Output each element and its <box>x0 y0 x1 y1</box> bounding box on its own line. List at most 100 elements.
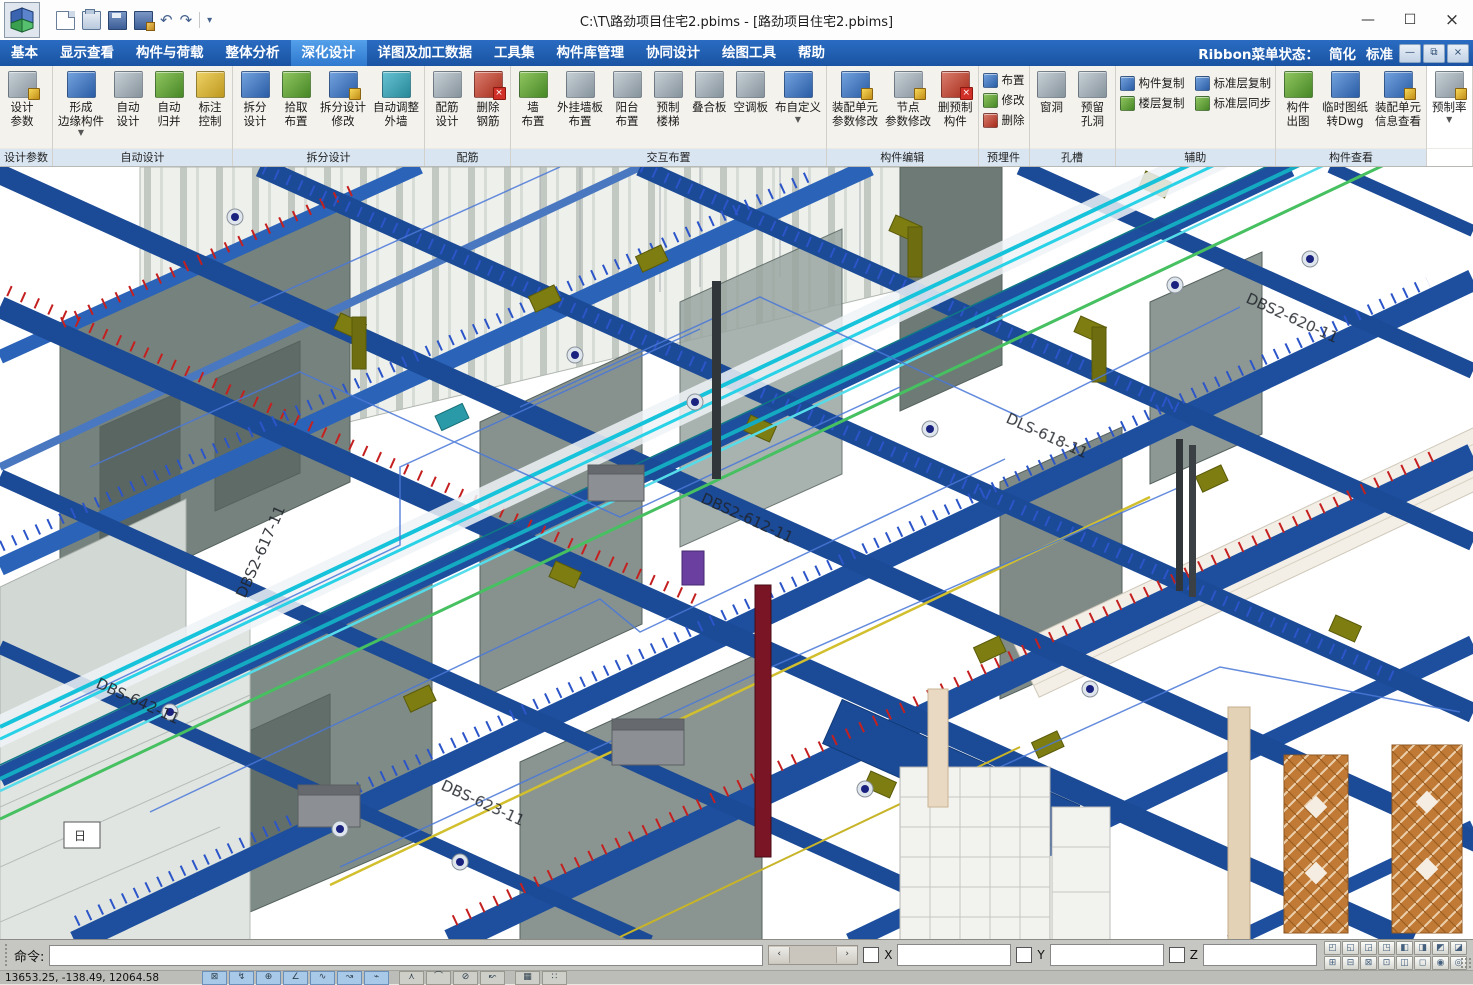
snap-toggle-4[interactable]: ∠ <box>283 971 308 985</box>
snap-toggle-12[interactable]: ▦ <box>515 971 540 985</box>
toolbar-grip[interactable] <box>4 943 9 967</box>
floor-copy-button[interactable]: 楼层复制 <box>1118 94 1187 112</box>
customize-toolbar-icon[interactable]: ▾ <box>207 12 212 29</box>
precast-stair-button[interactable]: 预制楼梯 <box>648 68 688 128</box>
snap-toggle-3[interactable]: ⊕ <box>256 971 281 985</box>
cladding-panel-place-button[interactable]: 外挂墙板布置 <box>554 68 606 128</box>
form-edge-member-button[interactable]: 形成边缘构件 ▼ <box>55 68 107 137</box>
auto-adjust-exterior-wall-button[interactable]: 自动调整外墙 <box>370 68 422 128</box>
view-button[interactable]: ◧ <box>1396 941 1413 955</box>
scroll-left-icon[interactable]: ‹ <box>769 947 790 963</box>
embed-delete-button[interactable]: 删除 <box>981 111 1027 129</box>
reserved-hole-button[interactable]: 预留孔洞 <box>1073 68 1113 128</box>
tab-basic[interactable]: 基本 <box>0 40 49 66</box>
close-button[interactable]: × <box>1431 5 1473 35</box>
view-button[interactable]: ◨ <box>1414 941 1431 955</box>
pick-place-button[interactable]: 拾取布置 <box>276 68 316 128</box>
tab-toolset[interactable]: 工具集 <box>483 40 546 66</box>
tab-member-load[interactable]: 构件与荷载 <box>125 40 215 66</box>
tab-collaboration[interactable]: 协同设计 <box>635 40 711 66</box>
snap-toggle-5[interactable]: ∿ <box>310 971 335 985</box>
ribbon-state-simple[interactable]: 简化 <box>1329 43 1356 63</box>
mdi-restore-button[interactable]: ⧉ <box>1423 44 1445 63</box>
open-file-icon[interactable] <box>82 11 101 30</box>
wall-place-button[interactable]: 墙布置 <box>513 68 553 128</box>
view-button[interactable]: ◲ <box>1360 941 1377 955</box>
delete-rebar-button[interactable]: 删除钢筋 <box>468 68 508 128</box>
view-button[interactable]: ◳ <box>1378 941 1395 955</box>
snap-toggle-8[interactable]: ⋏ <box>399 971 424 985</box>
resize-grip[interactable] <box>1460 957 1472 969</box>
app-logo-icon[interactable] <box>4 2 40 38</box>
node-param-edit-button[interactable]: 节点参数修改 <box>882 68 934 128</box>
command-scrollbar[interactable]: ‹ › <box>768 945 858 965</box>
axis-z-checkbox[interactable] <box>1169 947 1185 963</box>
save-as-icon[interactable] <box>134 11 153 30</box>
snap-toggle-7[interactable]: ⌁ <box>364 971 389 985</box>
model-viewport-3d[interactable]: DBS2-612-11 DLS-618-11 DBS2-620-11 DBS-6… <box>0 167 1473 939</box>
minimize-button[interactable]: — <box>1347 5 1389 35</box>
command-input[interactable] <box>49 945 763 966</box>
view-button[interactable]: ⊞ <box>1324 956 1341 970</box>
axis-x-checkbox[interactable] <box>863 947 879 963</box>
view-button[interactable]: ◪ <box>1450 941 1467 955</box>
snap-toggle-11[interactable]: ↜ <box>480 971 505 985</box>
tab-draw-tools[interactable]: 绘图工具 <box>711 40 787 66</box>
scroll-right-icon[interactable]: › <box>836 947 857 963</box>
annotation-control-button[interactable]: 标注控制 <box>190 68 230 128</box>
view-button[interactable]: ◻ <box>1414 956 1431 970</box>
snap-toggle-9[interactable]: ⌒ <box>426 971 451 985</box>
auto-design-button[interactable]: 自动设计 <box>108 68 148 128</box>
maximize-button[interactable]: ☐ <box>1389 5 1431 35</box>
axis-y-input[interactable] <box>1050 944 1164 966</box>
redo-icon[interactable]: ↷ <box>180 12 193 29</box>
view-button[interactable]: ◱ <box>1342 941 1359 955</box>
axis-y-checkbox[interactable] <box>1016 947 1032 963</box>
new-file-icon[interactable] <box>56 11 75 30</box>
precast-rate-button[interactable]: 预制率 ▼ <box>1429 68 1470 124</box>
member-copy-button[interactable]: 构件复制 <box>1118 74 1187 92</box>
balcony-place-button[interactable]: 阳台布置 <box>607 68 647 128</box>
view-button[interactable]: ◰ <box>1324 941 1341 955</box>
mdi-minimize-button[interactable]: — <box>1399 44 1421 63</box>
embed-edit-button[interactable]: 修改 <box>981 91 1027 109</box>
design-params-button[interactable]: 设计参数 <box>2 68 42 128</box>
std-floor-copy-button[interactable]: 标准层复制 <box>1193 74 1274 92</box>
tab-detailed-design[interactable]: 深化设计 <box>291 40 367 66</box>
delete-precast-member-button[interactable]: 删预制构件 <box>935 68 976 128</box>
tab-help[interactable]: 帮助 <box>787 40 836 66</box>
assembly-unit-info-button[interactable]: 装配单元信息查看 <box>1372 68 1424 128</box>
snap-toggle-10[interactable]: ⊘ <box>453 971 478 985</box>
ribbon-state-standard[interactable]: 标准 <box>1366 43 1393 63</box>
rebar-design-button[interactable]: 配筋设计 <box>427 68 467 128</box>
snap-toggle-2[interactable]: ↯ <box>229 971 254 985</box>
place-custom-button[interactable]: 布自定义 ▼ <box>772 68 824 124</box>
split-design-edit-button[interactable]: 拆分设计修改 <box>317 68 369 128</box>
axis-z-input[interactable] <box>1203 944 1317 966</box>
view-button[interactable]: ◉ <box>1432 956 1449 970</box>
axis-x-input[interactable] <box>897 944 1011 966</box>
ac-panel-button[interactable]: 空调板 <box>731 68 772 115</box>
auto-merge-button[interactable]: 自动归并 <box>149 68 189 128</box>
tab-display-view[interactable]: 显示查看 <box>49 40 125 66</box>
snap-toggle-13[interactable]: ∷ <box>542 971 567 985</box>
undo-icon[interactable]: ↶ <box>160 12 173 29</box>
split-design-button[interactable]: 拆分设计 <box>235 68 275 128</box>
tab-drawings-data[interactable]: 详图及加工数据 <box>367 40 484 66</box>
assembly-unit-param-edit-button[interactable]: 装配单元参数修改 <box>829 68 881 128</box>
tab-library-manage[interactable]: 构件库管理 <box>546 40 636 66</box>
composite-slab-button[interactable]: 叠合板 <box>689 68 730 115</box>
member-drawing-button[interactable]: 构件出图 <box>1278 68 1318 128</box>
save-icon[interactable] <box>108 11 127 30</box>
snap-toggle-1[interactable]: ⊠ <box>202 971 227 985</box>
temp-drawing-to-dwg-button[interactable]: 临时图纸转Dwg <box>1319 68 1371 128</box>
snap-toggle-6[interactable]: ↝ <box>337 971 362 985</box>
window-opening-button[interactable]: 窗洞 <box>1032 68 1072 115</box>
embed-place-button[interactable]: 布置 <box>981 71 1027 89</box>
view-button[interactable]: ◩ <box>1432 941 1449 955</box>
view-button[interactable]: ◫ <box>1396 956 1413 970</box>
std-floor-sync-button[interactable]: 标准层同步 <box>1193 94 1274 112</box>
view-button[interactable]: ⊡ <box>1378 956 1395 970</box>
tab-overall-analysis[interactable]: 整体分析 <box>215 40 291 66</box>
view-button[interactable]: ⊟ <box>1342 956 1359 970</box>
